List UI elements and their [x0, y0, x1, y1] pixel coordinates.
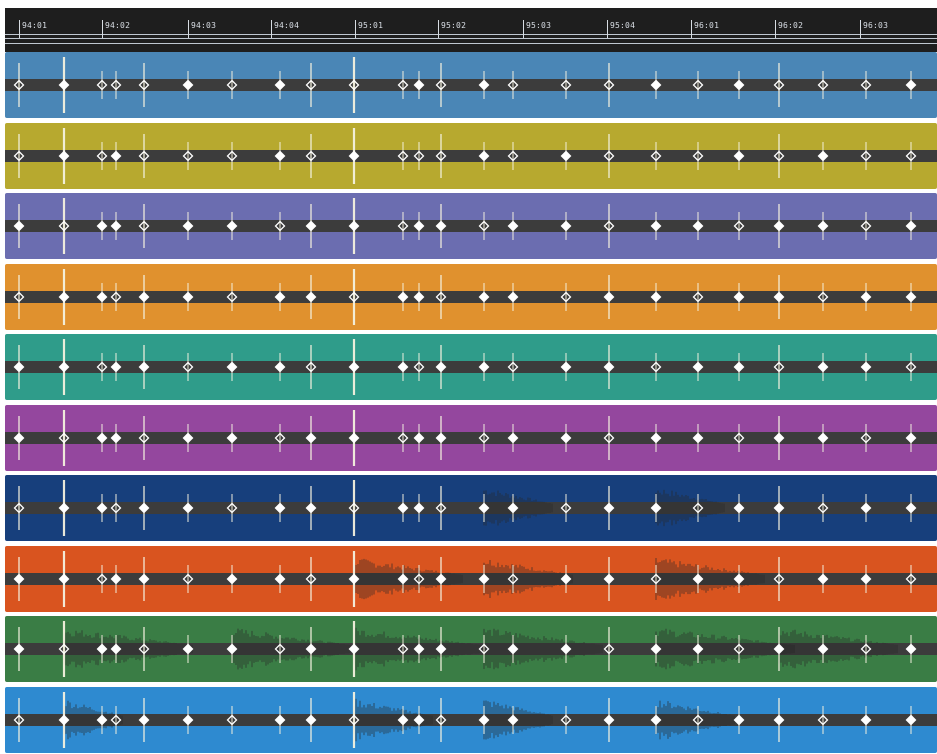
- marker-tick: [523, 20, 524, 38]
- waveform: [5, 57, 937, 113]
- marker-tick: [438, 20, 439, 38]
- marker-tick: [271, 20, 272, 38]
- track-lanes: [5, 52, 937, 754]
- marker-label: 96:02: [778, 21, 804, 30]
- audio-track-2[interactable]: [5, 122, 937, 189]
- marker-label: 95:02: [441, 21, 467, 30]
- bar-marker[interactable]: 95:04: [607, 14, 677, 38]
- audio-track-9[interactable]: [5, 616, 937, 682]
- waveform: [5, 127, 937, 184]
- waveform: [5, 409, 937, 466]
- waveform: [5, 198, 937, 254]
- bar-marker[interactable]: 94:01: [19, 14, 89, 38]
- bar-marker[interactable]: 96:01: [691, 14, 761, 38]
- marker-label: 95:04: [610, 21, 636, 30]
- marker-tick: [775, 20, 776, 38]
- bar-marker[interactable]: 96:02: [775, 14, 845, 38]
- audio-track-1[interactable]: [5, 52, 937, 118]
- marker-tick: [691, 20, 692, 38]
- bar-marker[interactable]: 94:04: [271, 14, 341, 38]
- marker-tick: [860, 20, 861, 38]
- marker-tick: [102, 20, 103, 38]
- waveform: [5, 480, 937, 536]
- audio-track-3[interactable]: [5, 193, 937, 259]
- waveform: [5, 691, 937, 748]
- bar-marker[interactable]: 95:03: [523, 14, 593, 38]
- marker-label: 94:04: [274, 21, 300, 30]
- bar-marker[interactable]: 94:03: [188, 14, 258, 38]
- marker-label: 95:01: [358, 21, 384, 30]
- marker-label: 95:03: [526, 21, 552, 30]
- bar-marker[interactable]: 95:02: [438, 14, 508, 38]
- bar-marker[interactable]: 96:03: [860, 14, 930, 38]
- marker-tick: [355, 20, 356, 38]
- audio-track-5[interactable]: [5, 334, 937, 400]
- waveform: [5, 550, 937, 607]
- waveform: [5, 621, 937, 677]
- audio-track-4[interactable]: [5, 263, 937, 330]
- bar-marker[interactable]: 94:02: [102, 14, 172, 38]
- marker-label: 96:03: [863, 21, 889, 30]
- bar-marker[interactable]: 95:01: [355, 14, 425, 38]
- marker-label: 94:02: [105, 21, 131, 30]
- timeline-ruler[interactable]: 94:01 94:02 94:03 94:04 95:01 95:02 95:0…: [5, 8, 937, 52]
- audio-track-10[interactable]: [5, 686, 937, 753]
- audio-track-8[interactable]: [5, 545, 937, 612]
- audio-track-6[interactable]: [5, 404, 937, 471]
- marker-tick: [188, 20, 189, 38]
- marker-label: 94:01: [22, 21, 48, 30]
- ruler-line: [5, 38, 937, 39]
- ruler-line: [5, 43, 937, 44]
- waveform: [5, 268, 937, 325]
- marker-label: 96:01: [694, 21, 720, 30]
- marker-tick: [19, 20, 20, 38]
- waveform: [5, 339, 937, 395]
- marker-label: 94:03: [191, 21, 217, 30]
- audio-track-7[interactable]: [5, 475, 937, 541]
- marker-tick: [607, 20, 608, 38]
